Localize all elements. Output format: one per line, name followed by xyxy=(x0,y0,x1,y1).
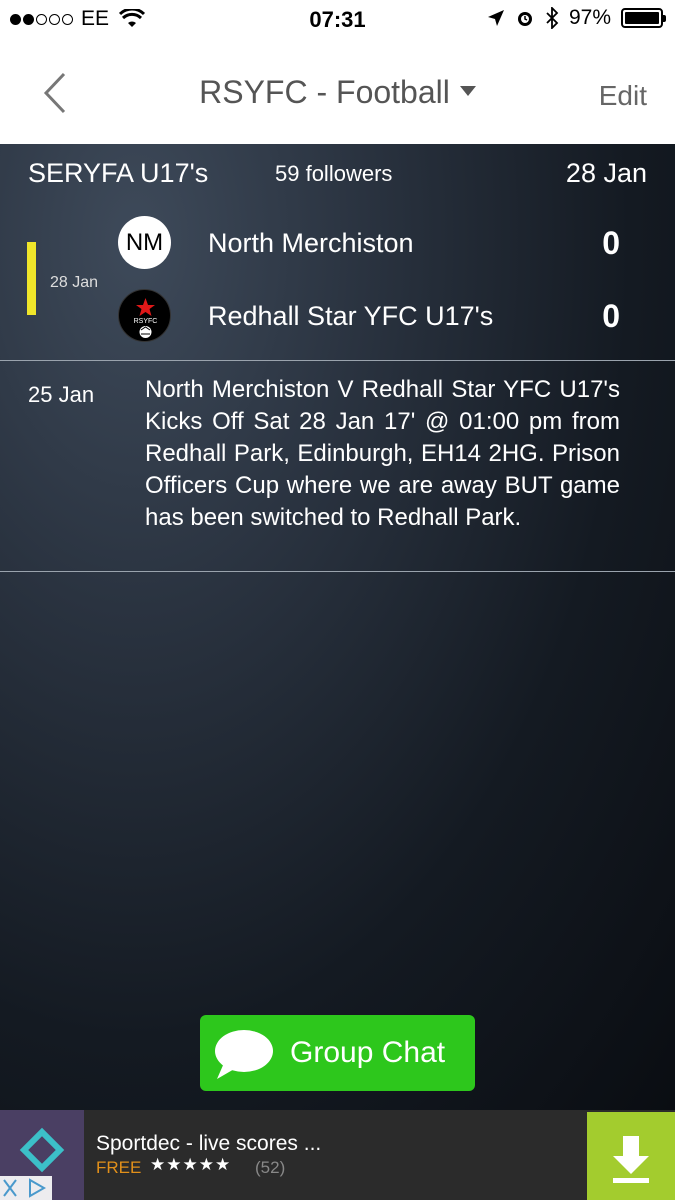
bluetooth-icon xyxy=(546,7,559,29)
download-button[interactable] xyxy=(587,1112,675,1200)
status-bar: EE 07:31 97% xyxy=(0,0,675,38)
caret-down-icon xyxy=(459,85,476,96)
battery-percent: 97% xyxy=(568,6,611,29)
followers-count: 59 followers xyxy=(275,161,393,186)
ad-title: Sportdec - live scores ... xyxy=(96,1132,322,1155)
ad-price: FREE xyxy=(96,1158,142,1177)
divider xyxy=(0,360,675,361)
away-team-row: RSYFC Redhall Star YFC U17's 0 xyxy=(118,289,638,343)
ad-rating-count: (52) xyxy=(255,1158,286,1177)
edit-button[interactable]: Edit xyxy=(599,80,647,112)
header-date: 28 Jan xyxy=(565,158,647,188)
download-icon xyxy=(613,1136,649,1183)
page-title: RSYFC - Football xyxy=(199,74,450,110)
ad-rating-stars: ★★★★★ xyxy=(150,1155,232,1174)
group-chat-button[interactable]: Group Chat xyxy=(200,1015,475,1091)
match-card[interactable]: 28 Jan NM North Merchiston 0 RSYFC Redha… xyxy=(0,202,675,360)
news-date: 25 Jan xyxy=(28,382,95,407)
home-team-badge: NM xyxy=(118,216,171,269)
divider xyxy=(0,571,675,572)
competition-name: SERYFA U17's xyxy=(28,158,209,188)
group-chat-label: Group Chat xyxy=(290,1036,446,1069)
chat-bubble-icon xyxy=(215,1030,273,1079)
news-text: North Merchiston V Redhall Star YFC U17'… xyxy=(145,376,620,531)
away-team-badge: RSYFC xyxy=(118,289,171,342)
navigation-bar: RSYFC - Football Edit xyxy=(0,38,675,144)
ad-banner[interactable]: Sportdec - live scores ... FREE ★★★★★ (5… xyxy=(0,1110,675,1200)
home-team-name: North Merchiston xyxy=(208,228,414,258)
rsyfc-crest-text: RSYFC xyxy=(134,318,158,325)
match-status-indicator xyxy=(27,242,36,315)
home-team-row: NM North Merchiston 0 xyxy=(118,216,638,270)
battery-icon xyxy=(621,8,666,28)
alarm-icon xyxy=(517,12,532,26)
match-date: 28 Jan xyxy=(50,274,99,291)
status-right: 97% xyxy=(487,6,666,30)
main-content: SERYFA U17's 59 followers 28 Jan 28 Jan … xyxy=(0,144,675,1110)
adchoices-icon[interactable] xyxy=(0,1176,52,1200)
competition-header[interactable]: SERYFA U17's 59 followers 28 Jan xyxy=(0,144,675,202)
away-team-name: Redhall Star YFC U17's xyxy=(208,301,494,331)
home-team-score: 0 xyxy=(602,225,620,261)
location-arrow-icon xyxy=(487,10,504,26)
team-selector[interactable]: RSYFC - Football xyxy=(0,74,675,111)
away-team-score: 0 xyxy=(602,298,620,334)
rsyfc-crest-icon: RSYFC xyxy=(134,298,158,338)
